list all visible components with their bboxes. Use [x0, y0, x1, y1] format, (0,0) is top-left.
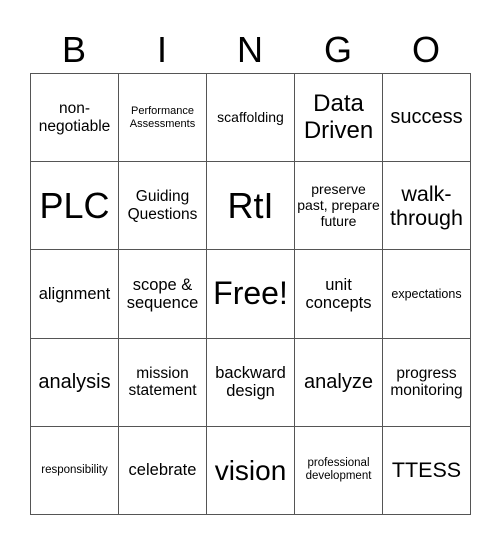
bingo-cell[interactable]: PLC — [31, 162, 119, 251]
header-letter-i: I — [156, 29, 167, 70]
cell-text: scope & sequence — [126, 275, 199, 312]
bingo-cell[interactable]: expectations — [383, 250, 471, 339]
bingo-cell[interactable]: preserve past, prepare future — [295, 162, 383, 251]
free-space-text: Free! — [213, 275, 288, 312]
cell-text: Performance Assessments — [129, 105, 196, 130]
bingo-cell[interactable]: Guiding Questions — [119, 162, 207, 251]
header-letter-o: O — [411, 29, 440, 70]
bingo-cell[interactable]: scope & sequence — [119, 250, 207, 339]
cell-text: Guiding Questions — [127, 188, 198, 223]
bingo-cell[interactable]: unit concepts — [295, 250, 383, 339]
bingo-cell[interactable]: TTESS — [383, 426, 471, 515]
header-letter-g: G — [323, 29, 352, 70]
cell-text: analyze — [304, 370, 373, 393]
bingo-cell[interactable]: RtI — [207, 162, 295, 251]
cell-text: RtI — [227, 184, 274, 226]
cell-text: success — [390, 106, 463, 129]
bingo-header: B I N G O — [30, 27, 470, 73]
cell-text: PLC — [39, 184, 110, 226]
bingo-cell[interactable]: progress monitoring — [383, 338, 471, 427]
bingo-cell[interactable]: celebrate — [119, 426, 207, 515]
cell-text: Data Driven — [303, 89, 374, 144]
cell-text: walk-through — [390, 181, 463, 230]
cell-text: progress monitoring — [390, 364, 463, 400]
cell-text: alignment — [38, 284, 111, 303]
bingo-cell[interactable]: professional development — [295, 426, 383, 515]
bingo-cell[interactable]: responsibility — [31, 426, 119, 515]
cell-text: unit concepts — [305, 275, 372, 312]
cell-text: TTESS — [391, 458, 462, 483]
cell-text: responsibility — [41, 463, 108, 476]
bingo-cell[interactable]: mission statement — [119, 338, 207, 427]
bingo-cell[interactable]: backward design — [207, 338, 295, 427]
bingo-cell[interactable]: Data Driven — [295, 74, 383, 163]
free-space[interactable]: Free! — [207, 250, 295, 339]
cell-text: analysis — [38, 370, 111, 393]
bingo-cell[interactable]: Performance Assessments — [119, 74, 207, 163]
header-letter-b: B — [61, 29, 86, 70]
cell-text: backward design — [215, 363, 286, 401]
cell-text: preserve past, prepare future — [297, 181, 380, 229]
bingo-board: non-negotiable Performance Assessments s… — [30, 73, 471, 515]
bingo-cell[interactable]: alignment — [31, 250, 119, 339]
cell-text: scaffolding — [217, 108, 284, 125]
cell-text: professional development — [305, 457, 372, 483]
bingo-cell[interactable]: analyze — [295, 338, 383, 427]
bingo-cell[interactable]: analysis — [31, 338, 119, 427]
cell-text: vision — [214, 454, 287, 486]
bingo-cell[interactable]: vision — [207, 426, 295, 515]
bingo-cell[interactable]: scaffolding — [207, 74, 295, 163]
cell-text: expectations — [391, 286, 462, 301]
cell-text: non-negotiable — [38, 100, 111, 135]
cell-text: celebrate — [128, 461, 197, 480]
header-letter-n: N — [237, 29, 263, 70]
bingo-cell[interactable]: walk-through — [383, 162, 471, 251]
bingo-cell[interactable]: non-negotiable — [31, 74, 119, 163]
cell-text: mission statement — [128, 364, 197, 400]
bingo-cell[interactable]: success — [383, 74, 471, 163]
